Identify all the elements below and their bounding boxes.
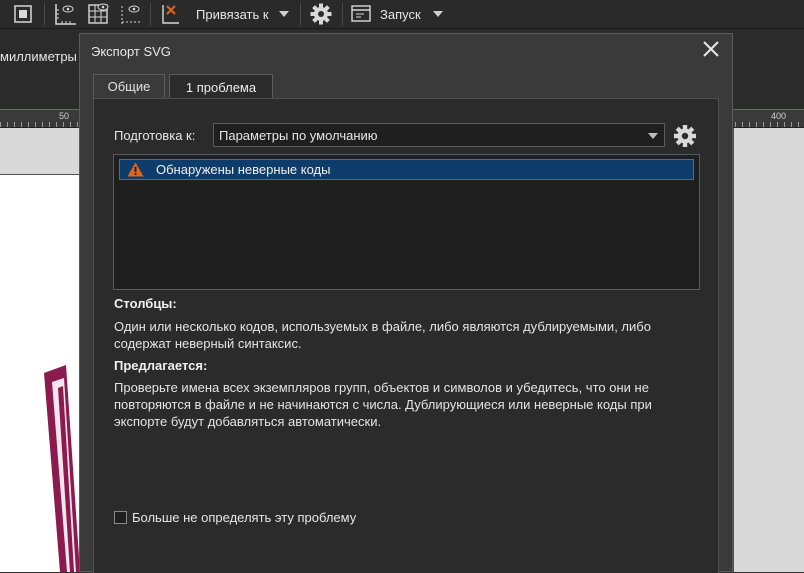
chevron-down-icon [648, 133, 658, 139]
close-icon [703, 41, 719, 57]
run-window-icon [351, 5, 371, 22]
canvas-pasteboard-right [734, 128, 804, 572]
ruler-number: 50 [59, 111, 70, 121]
dont-detect-label: Больше не определять эту проблему [132, 510, 357, 525]
dialog-title: Экспорт SVG [91, 44, 171, 59]
grid-button[interactable] [86, 2, 112, 26]
close-button[interactable] [700, 38, 722, 60]
suggest-description: Проверьте имена всех экземпляров групп, … [114, 380, 652, 429]
gear-icon [310, 3, 332, 25]
tab-label: 1 проблема [185, 79, 257, 95]
prepare-select-value: Параметры по умолчанию [219, 127, 378, 143]
tab-problems[interactable]: 1 проблема [169, 74, 273, 99]
toolbar-separator [44, 3, 45, 25]
canvas-margin [0, 128, 80, 174]
toolbar-separator [150, 3, 151, 25]
units-label[interactable]: миллиметры [0, 49, 77, 64]
gear-icon [674, 125, 696, 147]
toolbar-separator [300, 3, 301, 25]
chevron-down-icon [432, 11, 443, 17]
columns-heading: Столбцы: [114, 296, 177, 311]
run-label: Запуск [380, 6, 421, 22]
rulers-button[interactable] [52, 2, 78, 26]
issues-list[interactable]: Обнаружены неверные коды [113, 154, 700, 290]
list-item[interactable]: Обнаружены неверные коды [119, 159, 694, 180]
tab-label: Общие [107, 79, 151, 94]
prepare-label: Подготовка к: [114, 128, 196, 143]
snap-button[interactable]: Привязать к [158, 2, 289, 26]
checkbox-box[interactable] [114, 511, 127, 524]
toolbar-separator [342, 3, 343, 25]
frame-artwork [44, 365, 80, 572]
run-button[interactable]: Запуск [350, 2, 443, 26]
suggest-heading: Предлагается: [114, 358, 208, 373]
prepare-select[interactable]: Параметры по умолчанию [213, 123, 665, 147]
warning-icon [127, 162, 144, 177]
settings-button[interactable] [308, 2, 334, 26]
tab-general[interactable]: Общие [93, 74, 165, 98]
export-svg-dialog: Экспорт SVG Общие 1 проблема Подготовка … [79, 33, 733, 573]
guides-button[interactable] [118, 2, 144, 26]
ruler-eye-icon [55, 4, 76, 25]
chevron-down-icon [278, 11, 289, 17]
ruler-number: 400 [771, 111, 787, 121]
snap-icon [162, 5, 179, 24]
main-toolbar: Привязать к Запуск [0, 0, 804, 29]
guides-icon [121, 5, 140, 24]
columns-description: Один или несколько кодов, используемых в… [114, 319, 651, 351]
preset-settings-button[interactable] [672, 123, 698, 149]
grid-icon [88, 3, 109, 24]
dont-detect-checkbox[interactable]: Больше не определять эту проблему [114, 510, 356, 525]
fit-page-icon [14, 5, 32, 23]
fit-page-button[interactable] [10, 2, 36, 26]
snap-label: Привязать к [196, 6, 269, 22]
issue-label: Обнаружены неверные коды [156, 162, 331, 177]
problems-panel: Подготовка к: Параметры по умолчанию Обн… [93, 98, 719, 573]
